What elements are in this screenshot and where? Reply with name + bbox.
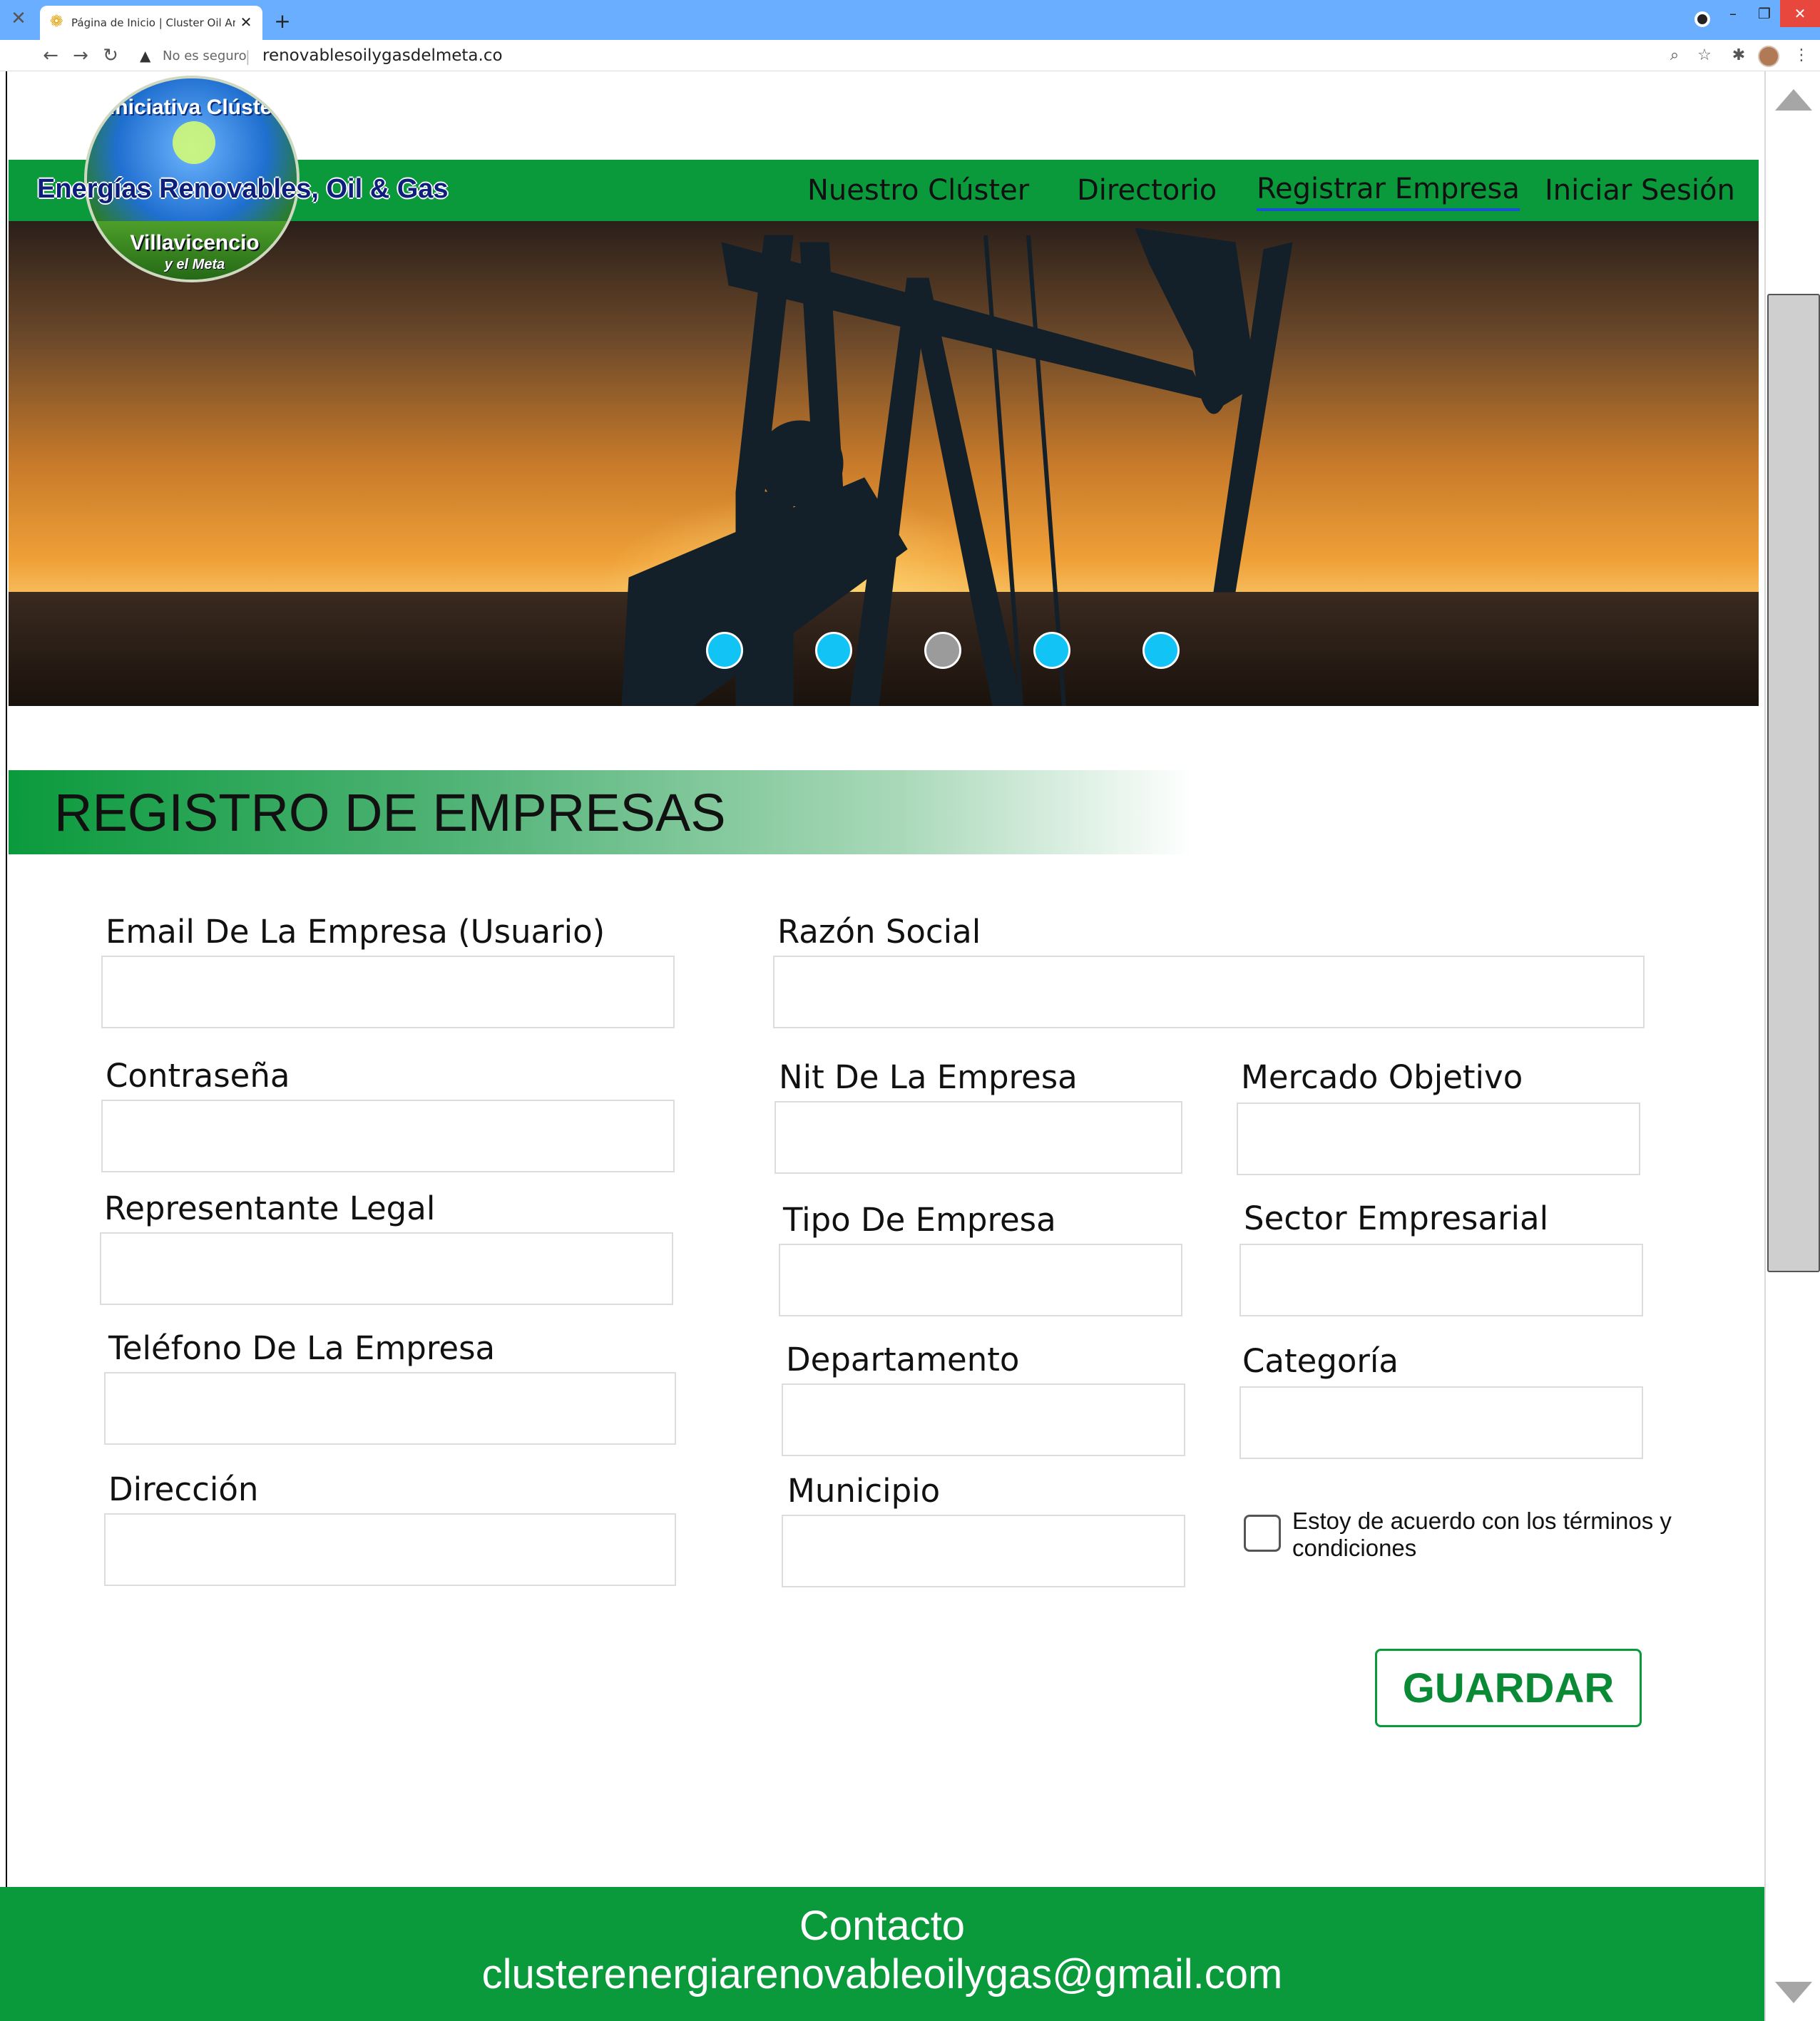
phone-field[interactable] xyxy=(104,1372,676,1445)
security-text[interactable]: No es seguro xyxy=(163,47,247,66)
nav-nuestro-cluster[interactable]: Nuestro Clúster xyxy=(807,170,1029,211)
logo-text-energies: Energías Renovables, Oil & Gas xyxy=(37,174,449,204)
logo-text-city: Villavicencio xyxy=(130,231,260,255)
scroll-thumb[interactable] xyxy=(1767,294,1820,1272)
target-market-field[interactable] xyxy=(1237,1102,1640,1175)
reload-icon[interactable]: ↻ xyxy=(97,43,124,68)
tab-title: Página de Inicio | Cluster Oil And xyxy=(71,16,235,29)
scrollbar[interactable] xyxy=(1764,71,1820,2021)
category-label: Categoría xyxy=(1242,1342,1399,1380)
department-label: Departamento xyxy=(786,1341,1020,1378)
carousel-dot-1[interactable] xyxy=(706,632,743,669)
window-controls: – ❐ ✕ xyxy=(1717,0,1820,27)
business-name-field[interactable] xyxy=(773,956,1645,1028)
restore-icon[interactable]: ❐ xyxy=(1749,0,1780,27)
tab-close-icon[interactable]: ✕ xyxy=(237,11,255,33)
terms-checkbox[interactable] xyxy=(1244,1515,1281,1552)
representative-field[interactable] xyxy=(100,1232,673,1305)
browser-tab[interactable]: ❁ Página de Inicio | Cluster Oil And ✕ xyxy=(40,6,262,40)
nit-label: Nit De La Empresa xyxy=(779,1058,1078,1096)
window-close-icon[interactable]: ✕ xyxy=(1780,0,1820,27)
password-field[interactable] xyxy=(101,1100,675,1172)
favicon-icon: ❁ xyxy=(50,13,63,31)
address-field[interactable] xyxy=(104,1513,676,1586)
company-type-label: Tipo De Empresa xyxy=(783,1201,1056,1239)
terms-label[interactable]: Estoy de acuerdo con los términos y cond… xyxy=(1292,1508,1692,1562)
address-label: Dirección xyxy=(108,1470,259,1508)
carousel-indicators xyxy=(9,632,1759,670)
phone-label: Teléfono De La Empresa xyxy=(108,1329,496,1367)
logo-sun xyxy=(173,121,215,164)
footer-email[interactable]: clusterenergiarenovableoilygas@gmail.com xyxy=(0,1951,1764,1998)
business-name-label: Razón Social xyxy=(777,913,981,951)
municipality-label: Municipio xyxy=(787,1472,941,1510)
carousel-dot-5[interactable] xyxy=(1142,632,1180,669)
minimize-icon[interactable]: – xyxy=(1717,0,1749,27)
page-title: REGISTRO DE EMPRESAS xyxy=(54,783,726,842)
footer: Contacto clusterenergiarenovableoilygas@… xyxy=(0,1887,1764,2021)
carousel-dot-3[interactable] xyxy=(924,632,961,669)
sector-field[interactable] xyxy=(1239,1244,1643,1316)
warning-icon[interactable]: ▲ xyxy=(140,46,157,66)
profile-indicator-icon[interactable] xyxy=(1694,11,1710,27)
separator: | xyxy=(245,48,250,65)
menu-icon[interactable]: ⋮ xyxy=(1789,44,1814,67)
scroll-down-icon[interactable] xyxy=(1766,1964,1820,2021)
avatar[interactable] xyxy=(1758,46,1779,67)
nav-directorio[interactable]: Directorio xyxy=(1077,170,1217,211)
forward-icon[interactable]: → xyxy=(67,43,94,68)
save-button[interactable]: GUARDAR xyxy=(1375,1649,1642,1727)
footer-title: Contacto xyxy=(799,1903,966,1949)
email-field[interactable] xyxy=(101,956,675,1028)
nit-field[interactable] xyxy=(774,1101,1182,1174)
target-market-label: Mercado Objetivo xyxy=(1241,1058,1523,1096)
email-label: Email De La Empresa (Usuario) xyxy=(106,913,605,951)
nav-registrar-empresa[interactable]: Registrar Empresa xyxy=(1257,170,1520,211)
department-field[interactable] xyxy=(782,1383,1185,1456)
company-type-field[interactable] xyxy=(779,1244,1182,1316)
logo-text-region: y el Meta xyxy=(164,257,225,272)
new-tab-button[interactable]: + xyxy=(270,7,295,36)
hero-carousel xyxy=(9,221,1759,706)
nav-iniciar-sesion[interactable]: Iniciar Sesión xyxy=(1545,170,1735,211)
close-icon[interactable]: ✕ xyxy=(6,4,31,33)
back-icon[interactable]: ← xyxy=(37,43,64,68)
municipality-field[interactable] xyxy=(782,1515,1185,1587)
address-bar[interactable]: renovablesoilygasdelmeta.co xyxy=(262,44,503,67)
category-field[interactable] xyxy=(1239,1386,1643,1459)
password-label: Contraseña xyxy=(106,1057,290,1095)
representative-label: Representante Legal xyxy=(104,1189,436,1227)
page-border xyxy=(6,71,7,1961)
logo-text-initiative: Iniciativa Clúster xyxy=(108,96,281,119)
browser-tabbar: ✕ ❁ Página de Inicio | Cluster Oil And ✕… xyxy=(0,0,1820,40)
extensions-icon[interactable]: ✱ xyxy=(1726,44,1752,67)
browser-toolbar: ← → ↻ ▲ No es seguro | renovablesoilygas… xyxy=(0,40,1820,71)
zoom-icon[interactable]: ⌕ xyxy=(1662,44,1687,67)
sector-label: Sector Empresarial xyxy=(1244,1199,1549,1237)
star-icon[interactable]: ☆ xyxy=(1692,44,1717,67)
scroll-up-icon[interactable] xyxy=(1766,71,1820,128)
registration-banner: REGISTRO DE EMPRESAS xyxy=(9,770,1192,854)
carousel-dot-4[interactable] xyxy=(1033,632,1070,669)
carousel-dot-2[interactable] xyxy=(815,632,852,669)
